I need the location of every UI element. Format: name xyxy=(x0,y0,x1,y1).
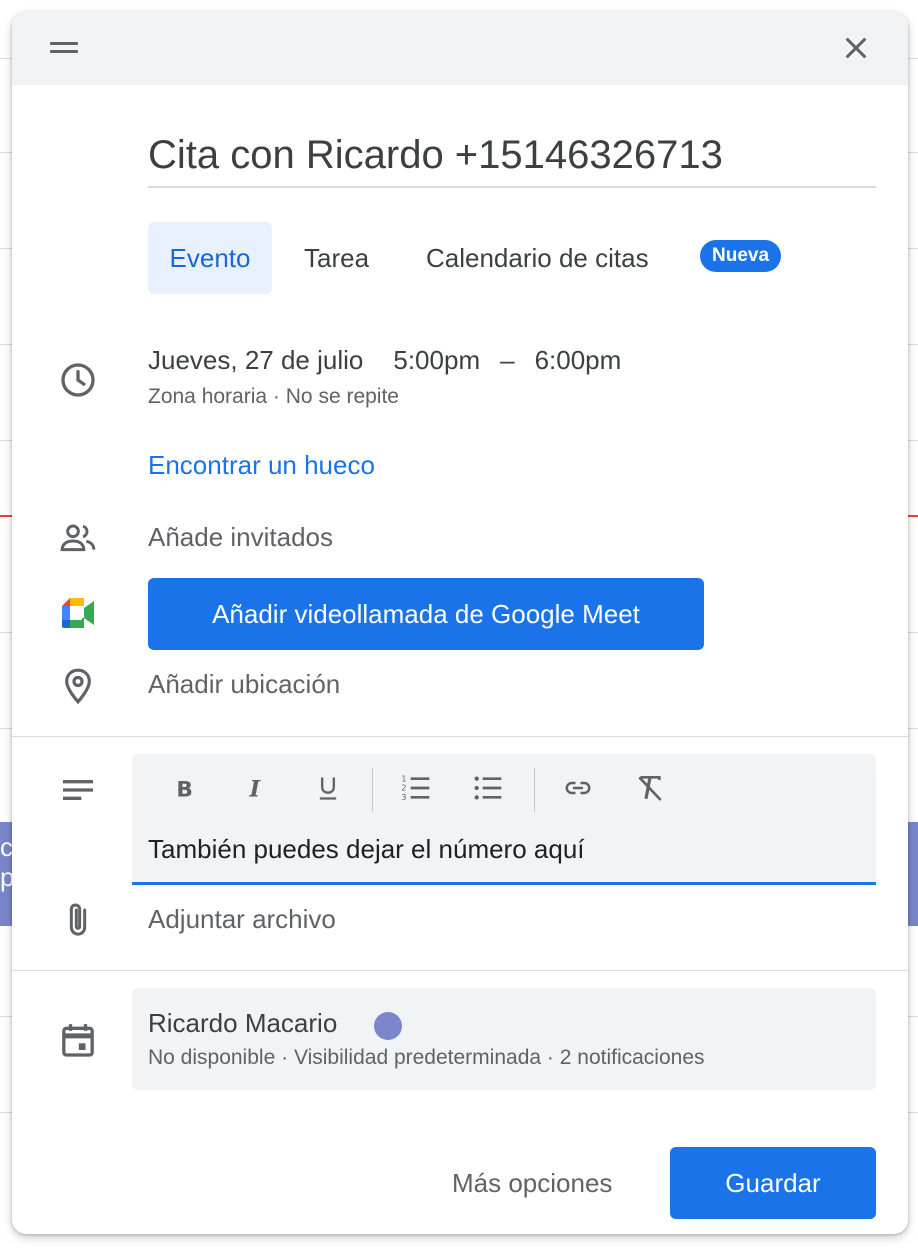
attach-file-button[interactable]: Adjuntar archivo xyxy=(148,904,336,935)
section-divider xyxy=(12,736,908,737)
description-text[interactable]: También puedes dejar el número aquí xyxy=(148,834,585,865)
clear-formatting-button[interactable] xyxy=(628,768,672,808)
toolbar-separator xyxy=(534,768,535,812)
insert-link-button[interactable] xyxy=(556,768,600,808)
close-button[interactable] xyxy=(840,32,872,64)
bulleted-list-button[interactable] xyxy=(466,768,510,808)
underline-icon xyxy=(319,777,337,800)
section-divider xyxy=(12,970,908,971)
description-lines-icon xyxy=(63,780,93,800)
calendar-settings-summary: No disponible · Visibilidad predetermina… xyxy=(148,1046,705,1070)
tab-evento[interactable]: Evento xyxy=(148,222,272,294)
timezone-link[interactable]: Zona horaria xyxy=(148,385,267,408)
add-guests-input[interactable]: Añade invitados xyxy=(148,522,333,553)
date-selector[interactable]: Jueves, 27 de julio xyxy=(148,345,363,375)
end-time-selector[interactable]: 6:00pm xyxy=(535,345,622,375)
numbered-list-button[interactable]: 1 2 3 xyxy=(394,768,438,808)
calendar-color-dot xyxy=(374,1012,402,1040)
calendar-owner-name: Ricardo Macario xyxy=(148,1008,338,1038)
timezone-repeat-row: Zona horaria · No se repite xyxy=(148,385,399,409)
people-icon xyxy=(60,524,96,552)
close-icon xyxy=(845,37,867,59)
new-badge: Nueva xyxy=(700,240,782,272)
calendar-icon xyxy=(62,1024,94,1057)
svg-text:3: 3 xyxy=(401,793,406,802)
event-title-input[interactable]: Cita con Ricardo +15146326713 xyxy=(148,128,876,188)
toolbar-separator xyxy=(372,768,373,812)
clear-formatting-icon xyxy=(638,776,662,801)
tab-calendario-de-citas[interactable]: Calendario de citas xyxy=(426,222,649,294)
svg-text:I: I xyxy=(249,777,262,802)
calendar-selector[interactable]: Ricardo Macario No disponible · Visibili… xyxy=(132,988,876,1090)
event-quick-create-dialog: Cita con Ricardo +15146326713 Evento Tar… xyxy=(12,12,908,1234)
paperclip-icon xyxy=(69,903,87,936)
bold-icon: B xyxy=(176,778,193,802)
save-button[interactable]: Guardar xyxy=(670,1147,876,1219)
svg-text:B: B xyxy=(176,778,193,802)
google-meet-icon xyxy=(62,598,94,628)
date-time-row: Jueves, 27 de julio 5:00pm –6:00pm xyxy=(148,345,651,376)
clock-icon xyxy=(61,363,95,397)
svg-text:1: 1 xyxy=(401,774,406,783)
time-separator: – xyxy=(500,345,515,375)
svg-text:2: 2 xyxy=(401,784,406,793)
add-location-input[interactable]: Añadir ubicación xyxy=(148,669,340,700)
availability-status: No disponible xyxy=(148,1046,276,1069)
repeat-selector[interactable]: No se repite xyxy=(286,385,399,408)
dialog-header xyxy=(12,12,908,85)
bold-button[interactable]: B xyxy=(162,768,206,808)
italic-button[interactable]: I xyxy=(234,768,278,808)
underline-button[interactable] xyxy=(306,768,350,808)
bulleted-list-icon xyxy=(474,776,502,800)
drag-handle-icon[interactable] xyxy=(50,42,78,54)
find-a-slot-link[interactable]: Encontrar un hueco xyxy=(148,450,375,481)
separator-dot: · xyxy=(281,1046,289,1069)
link-icon xyxy=(565,781,591,795)
numbered-list-icon: 1 2 3 xyxy=(401,774,430,802)
tab-tarea[interactable]: Tarea xyxy=(304,222,369,294)
location-pin-icon xyxy=(65,668,91,705)
visibility-setting: Visibilidad predeterminada xyxy=(293,1046,542,1069)
more-options-button[interactable]: Más opciones xyxy=(452,1147,612,1219)
description-editor[interactable]: B I 1 2 3 También puedes dejar el número… xyxy=(132,754,876,885)
separator-dot: · xyxy=(546,1046,554,1069)
separator-dot: · xyxy=(272,385,280,408)
start-time-selector[interactable]: 5:00pm xyxy=(393,345,480,375)
add-google-meet-button[interactable]: Añadir videollamada de Google Meet xyxy=(148,578,704,650)
notifications-count: 2 notificaciones xyxy=(559,1046,705,1069)
italic-icon: I xyxy=(249,777,262,802)
